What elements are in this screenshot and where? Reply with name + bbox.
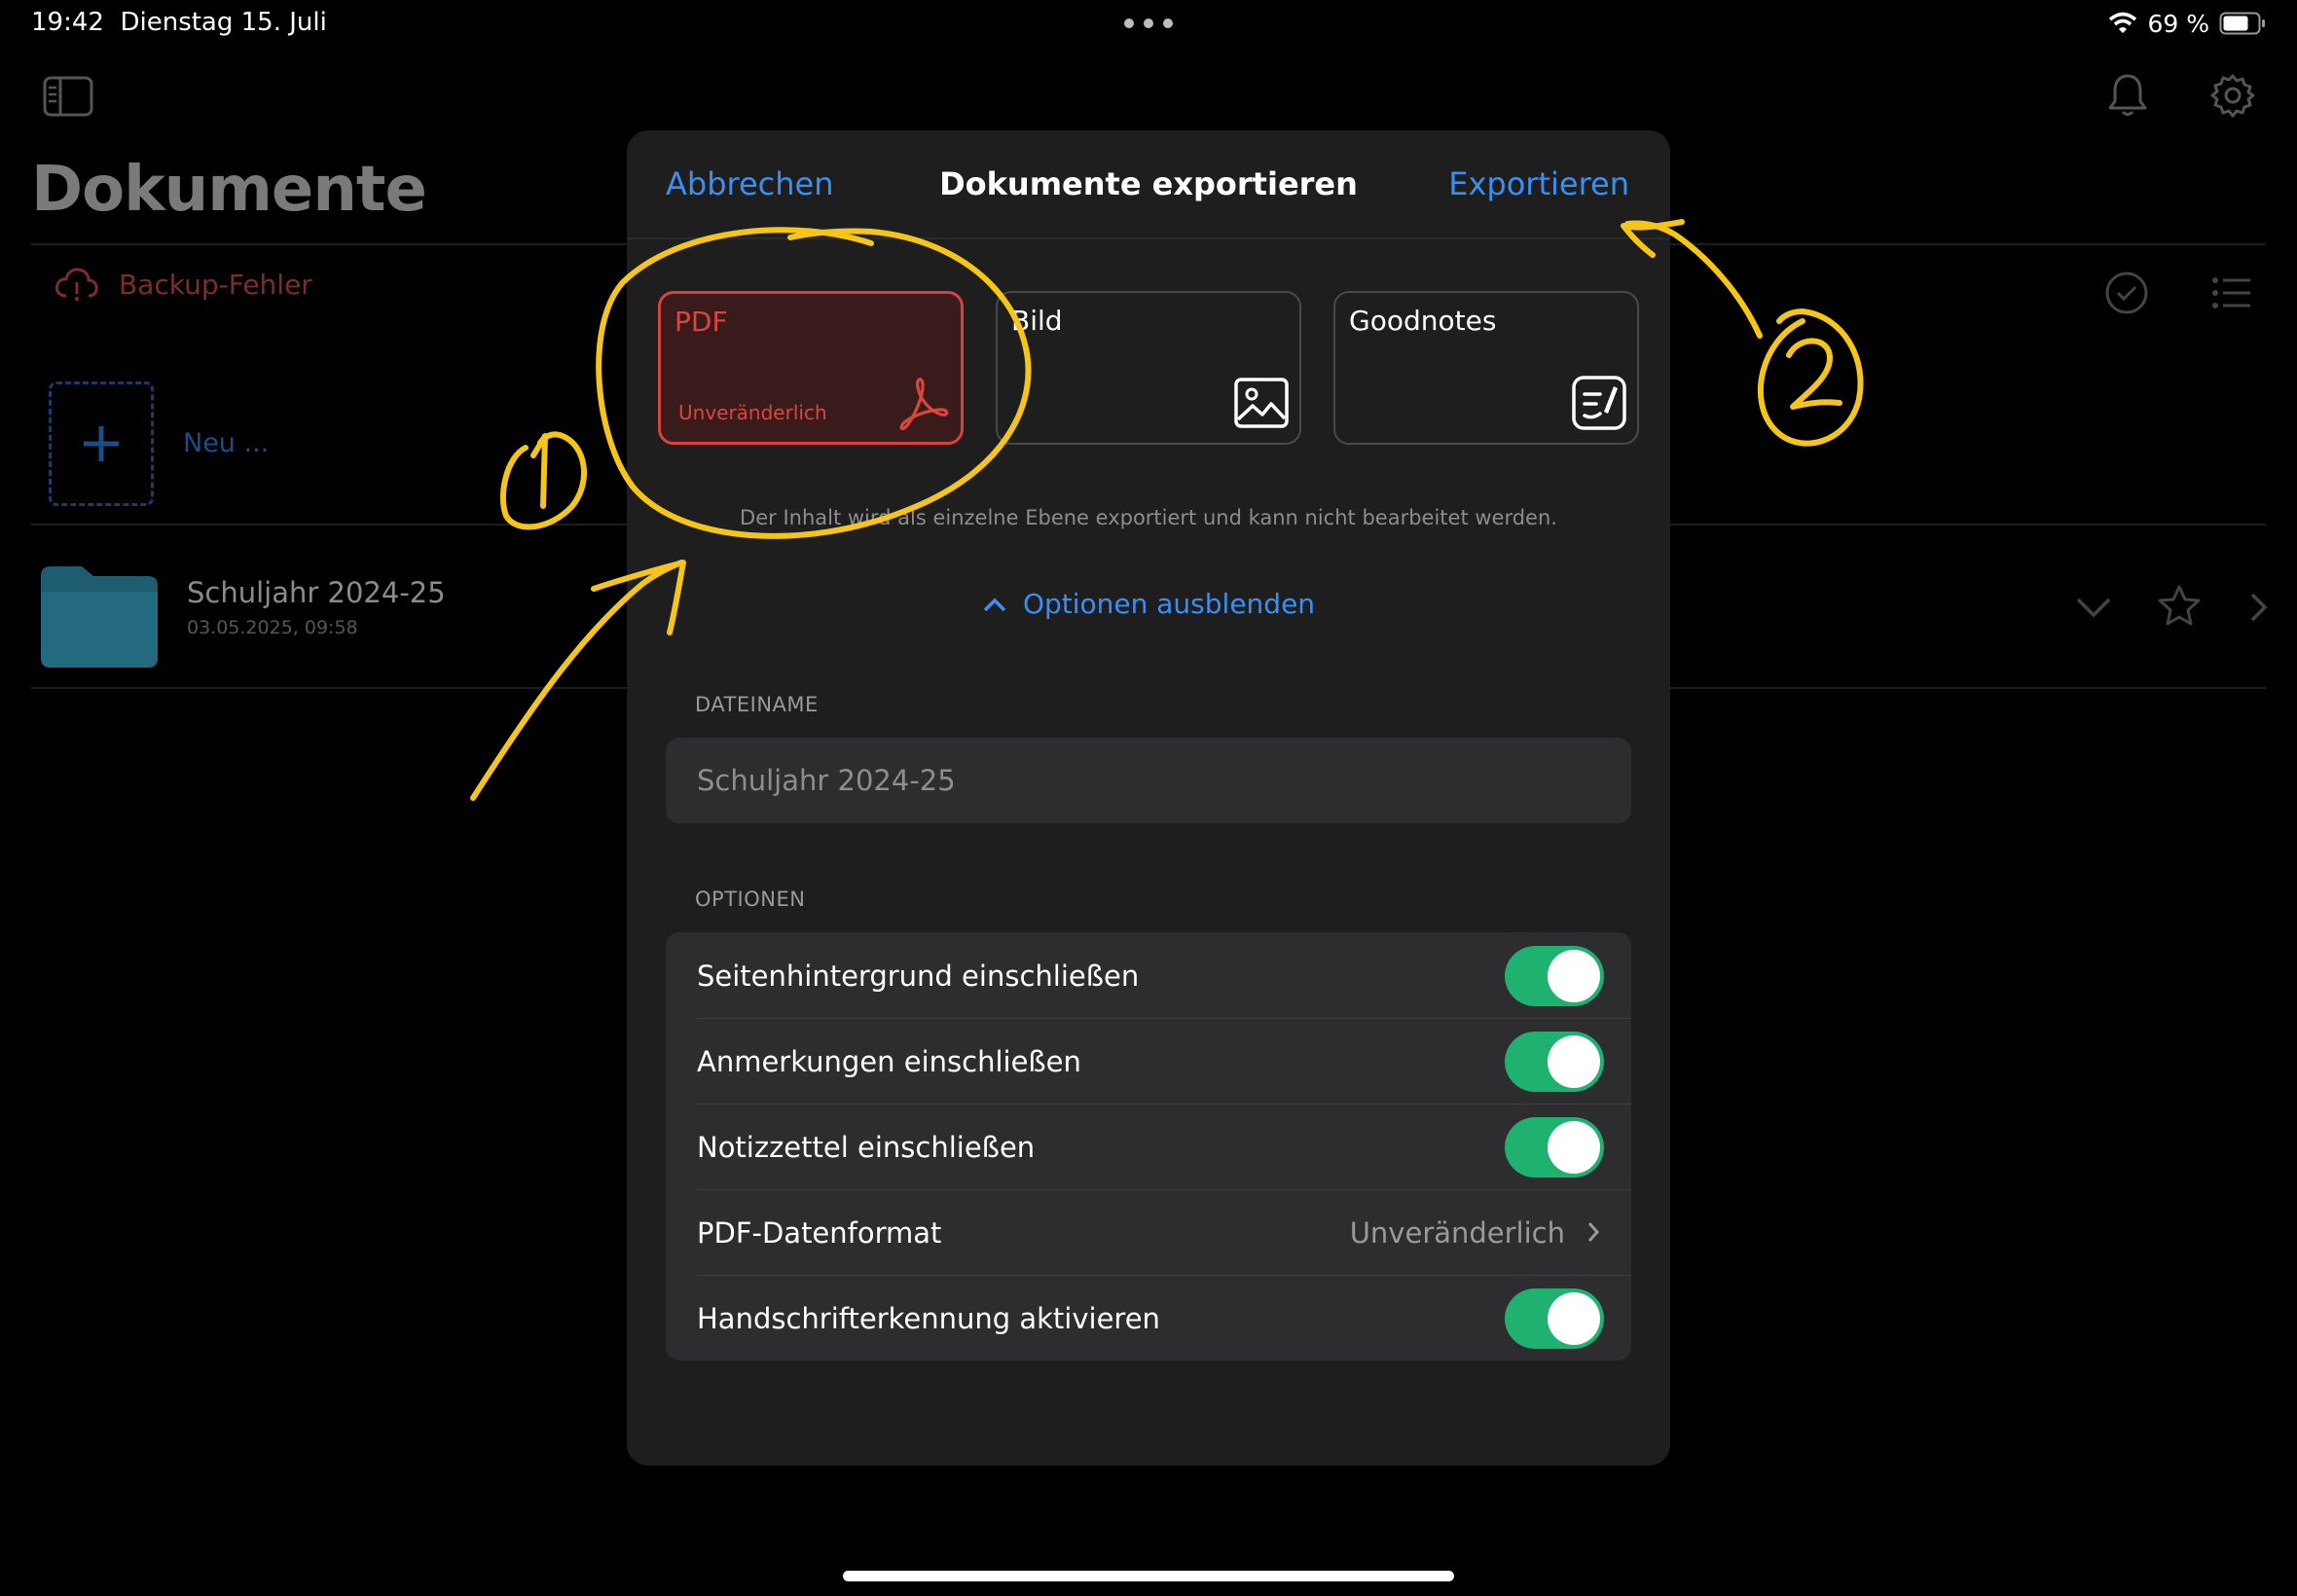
format-label: PDF: [675, 306, 728, 338]
format-option-goodnotes[interactable]: Goodnotes: [1333, 291, 1639, 445]
dialog-header: Abbrechen Dokumente exportieren Exportie…: [627, 130, 1670, 239]
multitasking-dots-icon[interactable]: [1124, 18, 1173, 28]
acrobat-icon: [899, 378, 949, 430]
battery-icon: [2219, 12, 2265, 35]
folder-icon[interactable]: [37, 562, 162, 675]
format-option-image[interactable]: Bild: [996, 291, 1301, 445]
new-document-label[interactable]: Neu ...: [183, 428, 269, 458]
clock-time: 19:42: [31, 8, 104, 37]
sticky-notes-switch[interactable]: [1505, 1117, 1604, 1178]
status-time: 19:42 Dienstag 15. Juli: [31, 8, 327, 37]
export-dialog: Abbrechen Dokumente exportieren Exportie…: [627, 130, 1670, 1466]
switch-knob: [1548, 1035, 1600, 1088]
pdf-format-value: Unveränderlich: [1349, 1216, 1565, 1250]
goodnotes-icon: [1572, 376, 1626, 430]
clock-date: Dienstag 15. Juli: [120, 8, 327, 37]
option-sticky-notes[interactable]: Notizzettel einschließen: [666, 1104, 1631, 1189]
switch-knob: [1548, 1121, 1600, 1174]
select-check-icon[interactable]: [2104, 271, 2149, 315]
image-icon: [1234, 378, 1289, 428]
option-handwriting-recognition[interactable]: Handschrifterkennung aktivieren: [666, 1275, 1631, 1360]
hide-options-label: Optionen ausblenden: [1022, 588, 1316, 620]
new-document-button[interactable]: [49, 381, 154, 506]
cloud-error-icon: [55, 268, 98, 301]
format-option-pdf[interactable]: PDF Unveränderlich: [658, 291, 964, 445]
battery-percent: 69 %: [2147, 9, 2209, 38]
options-list: Seitenhintergrund einschließen Anmerkung…: [666, 932, 1631, 1360]
backup-error-label: Backup-Fehler: [119, 268, 312, 301]
page-background-switch[interactable]: [1505, 946, 1604, 1006]
option-page-background[interactable]: Seitenhintergrund einschließen: [666, 932, 1631, 1018]
switch-knob: [1548, 1292, 1600, 1345]
format-label: Bild: [1011, 305, 1063, 337]
option-label: Seitenhintergrund einschließen: [697, 960, 1140, 993]
filename-input[interactable]: [666, 738, 1631, 823]
filename-section-label: DATEINAME: [695, 693, 819, 716]
status-indicators: 69 %: [2108, 8, 2266, 39]
handwriting-switch[interactable]: [1505, 1288, 1604, 1349]
star-icon[interactable]: [2157, 584, 2202, 627]
hide-options-button[interactable]: Optionen ausblenden: [627, 588, 1670, 620]
chevron-up-icon: [983, 598, 1006, 611]
chevron-right-icon: [1587, 1222, 1600, 1242]
options-section-label: OPTIONEN: [695, 888, 806, 911]
option-label: Handschrifterkennung aktivieren: [697, 1302, 1160, 1335]
format-label: Goodnotes: [1349, 305, 1497, 337]
page-title: Dokumente: [31, 154, 427, 226]
home-indicator[interactable]: [843, 1571, 1454, 1581]
format-description: Der Inhalt wird als einzelne Ebene expor…: [740, 506, 1557, 529]
status-bar: 19:42 Dienstag 15. Juli 69 %: [0, 0, 2297, 49]
wifi-icon: [2109, 12, 2137, 33]
gear-icon[interactable]: [2209, 72, 2256, 119]
switch-knob: [1548, 950, 1600, 1002]
list-view-icon[interactable]: [2211, 276, 2252, 309]
chevron-right-icon[interactable]: [2248, 592, 2268, 623]
option-label: PDF-Datenformat: [697, 1216, 942, 1250]
sidebar-toggle-icon[interactable]: [43, 76, 93, 117]
bell-icon[interactable]: [2106, 72, 2149, 119]
folder-name[interactable]: Schuljahr 2024-25: [187, 576, 446, 609]
chevron-down-icon[interactable]: [2075, 596, 2112, 619]
option-label: Anmerkungen einschließen: [697, 1045, 1081, 1078]
option-label: Notizzettel einschließen: [697, 1131, 1036, 1164]
folder-date: 03.05.2025, 09:58: [187, 617, 358, 638]
backup-error-row[interactable]: Backup-Fehler: [53, 265, 312, 304]
plus-icon: [84, 426, 119, 461]
annotations-switch[interactable]: [1505, 1032, 1604, 1092]
export-button[interactable]: Exportieren: [1448, 165, 1629, 202]
option-annotations[interactable]: Anmerkungen einschließen: [666, 1018, 1631, 1104]
option-pdf-format[interactable]: PDF-Datenformat Unveränderlich: [666, 1189, 1631, 1275]
format-sublabel: Unveränderlich: [678, 401, 827, 424]
